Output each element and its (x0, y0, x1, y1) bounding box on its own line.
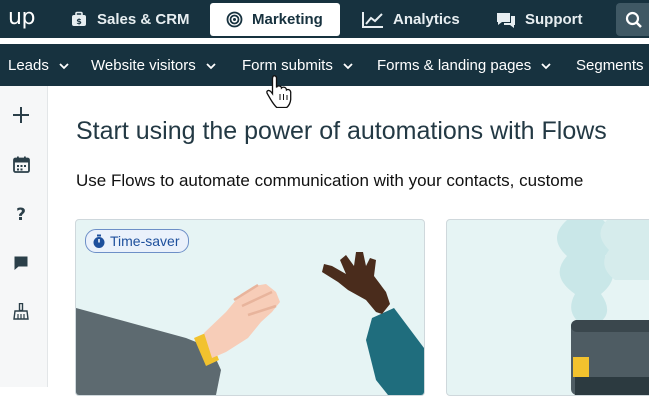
tab-sales-crm[interactable]: $ Sales & CRM (70, 3, 190, 36)
calendar-icon (12, 156, 30, 173)
help-icon: ? (16, 205, 26, 223)
subnav-label: Leads (8, 57, 49, 74)
cloud-laptop-illustration (557, 220, 649, 395)
broom-icon (13, 303, 29, 320)
add-button[interactable] (11, 105, 31, 125)
left-sidebar: ? (0, 86, 48, 387)
search-icon (625, 11, 642, 28)
search-button[interactable] (616, 3, 649, 36)
subnav-item-forms-landing-pages[interactable]: Forms & landing pages (377, 57, 552, 74)
subnav-label: Forms & landing pages (377, 57, 532, 74)
tab-label: Sales & CRM (97, 11, 190, 28)
chevron-down-icon (206, 62, 216, 69)
subnav-item-website-visitors[interactable]: Website visitors (91, 57, 217, 74)
tab-analytics[interactable]: Analytics (362, 3, 460, 36)
chat-icon (14, 256, 28, 270)
chat-bubbles-icon (497, 12, 515, 28)
chevron-down-icon (59, 62, 69, 69)
subnav-item-form-submits[interactable]: Form submits (242, 57, 354, 74)
sub-navigation-bar: Leads Website visitors Form submits Form… (0, 44, 649, 86)
page-title: Start using the power of automations wit… (76, 117, 607, 145)
tab-label: Marketing (252, 11, 323, 28)
broom-button[interactable] (11, 302, 31, 322)
tab-label: Analytics (393, 11, 460, 28)
help-button[interactable]: ? (11, 204, 31, 224)
chat-button[interactable] (11, 253, 31, 273)
badge-label: Time-saver (110, 233, 180, 249)
target-icon (226, 11, 243, 28)
chevron-down-icon (541, 62, 551, 69)
top-navigation-bar: up $ Sales & CRM Marketing Analytics Sup… (0, 0, 649, 38)
subnav-label: Website visitors (91, 57, 196, 74)
chart-line-icon (362, 11, 383, 28)
app-logo[interactable]: up (8, 5, 35, 30)
page-subtitle: Use Flows to automate communication with… (76, 171, 584, 190)
tab-support[interactable]: Support (496, 3, 583, 36)
chevron-down-icon (343, 62, 353, 69)
flow-template-card-2[interactable] (446, 219, 649, 396)
flow-template-card[interactable]: Time-saver (75, 219, 425, 396)
svg-text:?: ? (16, 205, 26, 223)
plus-icon (13, 107, 29, 123)
time-saver-badge: Time-saver (85, 229, 189, 253)
subnav-label: Segments (576, 57, 644, 74)
stopwatch-icon (93, 234, 105, 248)
subnav-item-segments[interactable]: Segments (576, 57, 644, 74)
subnav-item-leads[interactable]: Leads (8, 57, 70, 74)
hand-cursor-icon (266, 75, 292, 108)
tab-label: Support (525, 11, 583, 28)
calendar-button[interactable] (11, 154, 31, 174)
tab-marketing[interactable]: Marketing (210, 3, 340, 36)
subnav-label: Form submits (242, 57, 333, 74)
briefcase-icon: $ (72, 11, 86, 26)
svg-text:$: $ (76, 17, 82, 26)
